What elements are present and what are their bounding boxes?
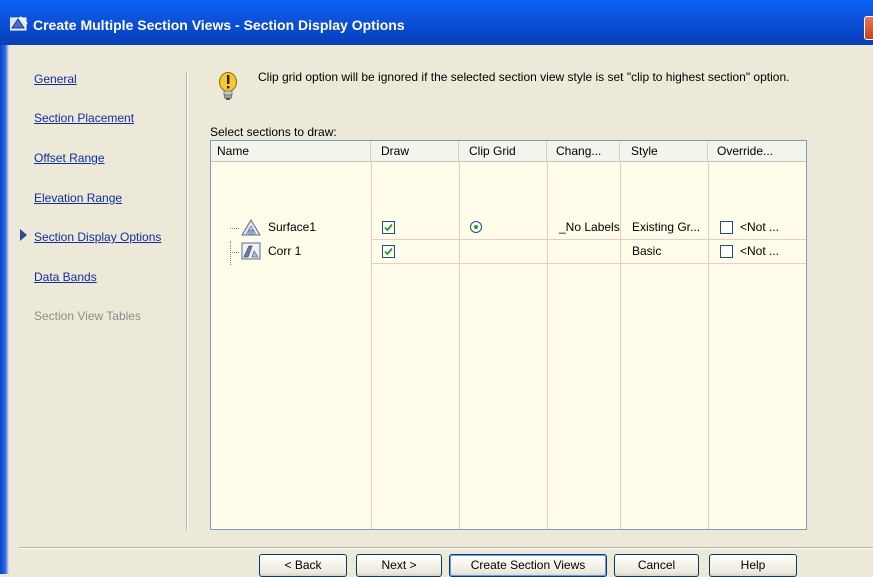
grid-header: Name Draw Clip Grid Chang... Style Overr… [211, 141, 806, 162]
sections-grid[interactable]: Name Draw Clip Grid Chang... Style Overr… [210, 140, 807, 530]
style-value[interactable]: Basic [632, 244, 661, 258]
nav-item-data-bands[interactable]: Data Bands [34, 270, 97, 284]
current-step-arrow-icon [20, 229, 27, 241]
nav-item-section-view-tables: Section View Tables [34, 309, 141, 323]
tree-connector [230, 228, 239, 230]
draw-checkbox[interactable] [382, 245, 395, 258]
column-header-name[interactable]: Name [211, 141, 371, 161]
nav-item-elevation-range[interactable]: Elevation Range [34, 191, 122, 205]
column-header-clip-grid[interactable]: Clip Grid [459, 141, 547, 161]
corridor-icon [241, 242, 261, 263]
grid-column-divider [547, 162, 548, 529]
surface-icon [241, 218, 261, 239]
grid-column-divider [371, 162, 372, 529]
column-header-override[interactable]: Override... [708, 141, 806, 161]
close-button[interactable] [864, 16, 873, 40]
row-separator [371, 239, 806, 240]
column-header-draw[interactable]: Draw [371, 141, 459, 161]
override-checkbox[interactable] [720, 245, 733, 258]
grid-column-divider [459, 162, 460, 529]
dialog-body: General Section Placement Offset Range E… [9, 45, 873, 577]
select-sections-label: Select sections to draw: [210, 125, 337, 139]
warning-bulb-icon [218, 71, 238, 106]
column-header-style[interactable]: Style [620, 141, 708, 161]
app-icon [9, 15, 28, 34]
clip-grid-radio[interactable] [470, 221, 482, 233]
nav-item-offset-range[interactable]: Offset Range [34, 151, 105, 165]
override-value[interactable]: <Not ... [740, 220, 779, 234]
window-frame-left [0, 45, 9, 574]
override-checkbox[interactable] [720, 221, 733, 234]
row-name: Corr 1 [268, 244, 302, 258]
info-message: Clip grid option will be ignored if the … [258, 70, 790, 84]
style-value[interactable]: Existing Gr... [632, 220, 700, 234]
row-name: Surface1 [268, 220, 317, 234]
grid-column-divider [708, 162, 709, 529]
draw-checkbox[interactable] [382, 221, 395, 234]
grid-column-divider [620, 162, 621, 529]
change-labels-value[interactable]: _No Labels [559, 220, 620, 234]
title-bar[interactable]: Create Multiple Section Views - Section … [0, 0, 873, 45]
footer-divider [19, 547, 873, 549]
nav-item-section-placement[interactable]: Section Placement [34, 111, 134, 125]
override-value[interactable]: <Not ... [740, 244, 779, 258]
nav-item-section-display-options[interactable]: Section Display Options [34, 230, 161, 244]
nav-item-general[interactable]: General [34, 72, 77, 86]
window-title: Create Multiple Section Views - Section … [33, 17, 405, 33]
column-header-change[interactable]: Chang... [547, 141, 620, 161]
tree-connector [230, 252, 239, 254]
row-separator [371, 263, 806, 264]
nav-divider [186, 71, 188, 530]
